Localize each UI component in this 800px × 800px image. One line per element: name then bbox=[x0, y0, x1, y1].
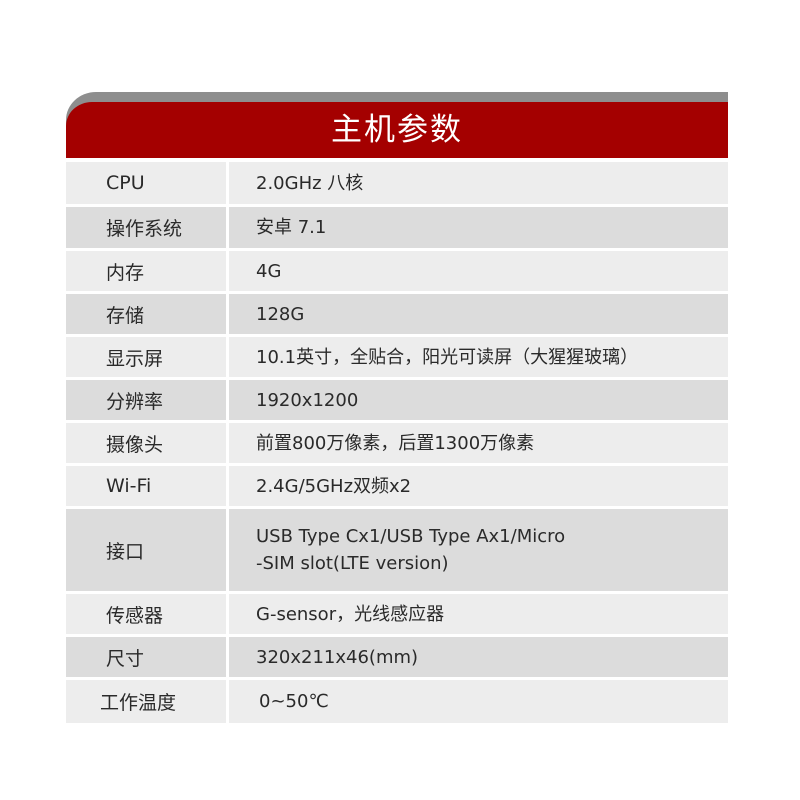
spec-value: G-sensor，光线感应器 bbox=[229, 594, 728, 634]
spec-value: 128G bbox=[229, 294, 728, 334]
spec-row-cpu: CPU 2.0GHz 八核 bbox=[66, 162, 728, 204]
spec-label: 工作温度 bbox=[66, 680, 226, 723]
spec-table: CPU 2.0GHz 八核 操作系统 安卓 7.1 内存 4G 存储 128G … bbox=[66, 162, 728, 723]
spec-label: 摄像头 bbox=[66, 423, 226, 463]
spec-panel: 主机参数 CPU 2.0GHz 八核 操作系统 安卓 7.1 内存 4G 存储 … bbox=[66, 92, 728, 726]
spec-row-display: 显示屏 10.1英寸，全贴合，阳光可读屏（大猩猩玻璃） bbox=[66, 337, 728, 377]
spec-row-resolution: 分辨率 1920x1200 bbox=[66, 380, 728, 420]
spec-label: 传感器 bbox=[66, 594, 226, 634]
spec-value: 2.4G/5GHz双频x2 bbox=[229, 466, 728, 506]
spec-label: 显示屏 bbox=[66, 337, 226, 377]
spec-value: USB Type Cx1/USB Type Ax1/Micro -SIM slo… bbox=[229, 509, 728, 591]
spec-value: 0~50℃ bbox=[229, 680, 728, 723]
spec-label: 操作系统 bbox=[66, 207, 226, 248]
spec-label: 存储 bbox=[66, 294, 226, 334]
spec-row-wifi: Wi-Fi 2.4G/5GHz双频x2 bbox=[66, 466, 728, 506]
spec-row-interfaces: 接口 USB Type Cx1/USB Type Ax1/Micro -SIM … bbox=[66, 509, 728, 591]
spec-row-camera: 摄像头 前置800万像素，后置1300万像素 bbox=[66, 423, 728, 463]
page-title: 主机参数 bbox=[331, 112, 463, 148]
spec-label: 内存 bbox=[66, 251, 226, 291]
spec-value: 前置800万像素，后置1300万像素 bbox=[229, 423, 728, 463]
spec-row-storage: 存储 128G bbox=[66, 294, 728, 334]
spec-value: 320x211x46(mm) bbox=[229, 637, 728, 677]
spec-value: 2.0GHz 八核 bbox=[229, 162, 728, 204]
spec-value: 4G bbox=[229, 251, 728, 291]
spec-label: Wi-Fi bbox=[66, 466, 226, 506]
spec-label: CPU bbox=[66, 162, 226, 204]
spec-value: 1920x1200 bbox=[229, 380, 728, 420]
spec-row-dimensions: 尺寸 320x211x46(mm) bbox=[66, 637, 728, 677]
spec-row-sensors: 传感器 G-sensor，光线感应器 bbox=[66, 594, 728, 634]
spec-label: 分辨率 bbox=[66, 380, 226, 420]
panel-header: 主机参数 bbox=[66, 92, 728, 158]
spec-value-line: USB Type Cx1/USB Type Ax1/Micro bbox=[256, 526, 566, 547]
spec-label: 尺寸 bbox=[66, 637, 226, 677]
spec-row-os: 操作系统 安卓 7.1 bbox=[66, 207, 728, 248]
spec-row-memory: 内存 4G bbox=[66, 251, 728, 291]
spec-value: 安卓 7.1 bbox=[229, 207, 728, 248]
spec-row-operating-temp: 工作温度 0~50℃ bbox=[66, 680, 728, 723]
spec-value: 10.1英寸，全贴合，阳光可读屏（大猩猩玻璃） bbox=[229, 337, 728, 377]
spec-value-line: -SIM slot(LTE version) bbox=[256, 553, 449, 574]
spec-label: 接口 bbox=[66, 509, 226, 591]
